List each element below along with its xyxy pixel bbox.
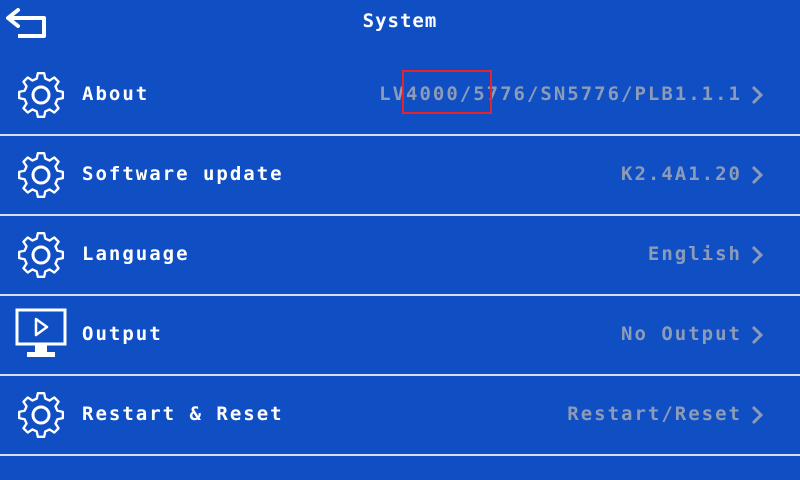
row-value: LV4000/5776/SN5776/PLB1.1.1: [379, 83, 742, 105]
system-screen: System About LV4000/5776/SN5776/PLB1.1.1: [0, 0, 800, 480]
row-label: About: [82, 83, 150, 105]
gear-icon: [17, 391, 65, 439]
menu-row-output[interactable]: Output No Output: [0, 296, 800, 376]
row-value: K2.4A1.20: [621, 163, 742, 185]
page-title: System: [362, 10, 438, 32]
menu-row-about[interactable]: About LV4000/5776/SN5776/PLB1.1.1: [0, 56, 800, 136]
chevron-right-icon: [751, 85, 764, 105]
row-value: English: [647, 243, 742, 265]
gear-icon: [17, 151, 65, 199]
monitor-icon: [15, 308, 67, 357]
chevron-right-icon: [751, 245, 764, 265]
chevron-right-icon: [751, 405, 764, 425]
row-label: Language: [82, 243, 190, 265]
row-value: Restart/Reset: [567, 403, 742, 425]
row-label: Restart & Reset: [82, 403, 284, 425]
menu-row-language[interactable]: Language English: [0, 216, 800, 296]
header-bar: System: [0, 0, 800, 52]
chevron-right-icon: [751, 325, 764, 345]
menu-row-software-update[interactable]: Software update K2.4A1.20: [0, 136, 800, 216]
row-value: No Output: [621, 323, 742, 345]
menu-row-restart-reset[interactable]: Restart & Reset Restart/Reset: [0, 376, 800, 456]
row-label: Output: [82, 323, 163, 345]
settings-menu: About LV4000/5776/SN5776/PLB1.1.1 Softwa…: [0, 56, 800, 456]
row-label: Software update: [82, 163, 284, 185]
chevron-right-icon: [751, 165, 764, 185]
gear-icon: [17, 71, 65, 119]
gear-icon: [17, 231, 65, 279]
